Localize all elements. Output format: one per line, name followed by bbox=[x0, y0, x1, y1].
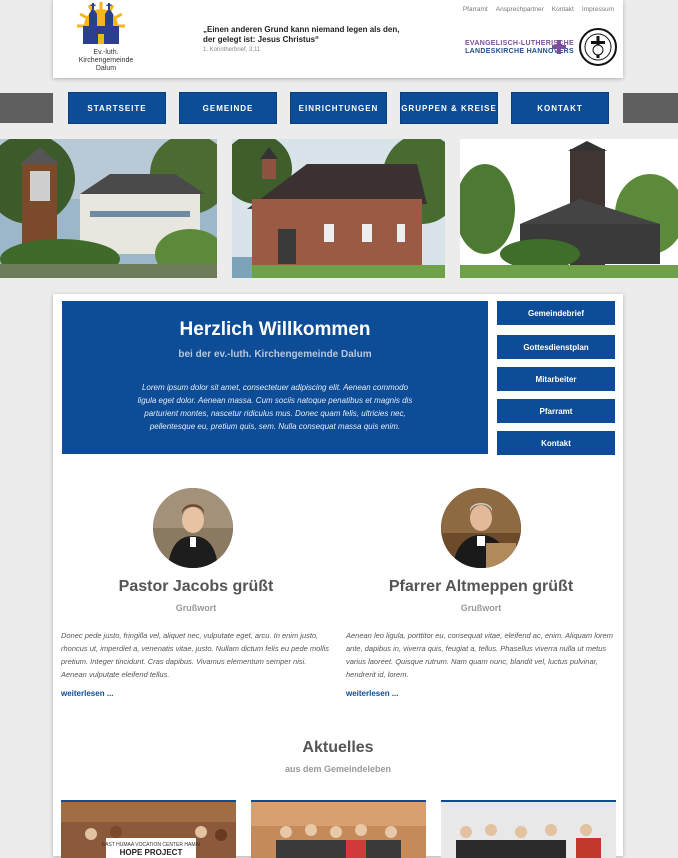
top-links: Pfarramt Ansprechpartner Kontakt Impress… bbox=[463, 6, 614, 13]
parish-logo[interactable]: Ev.-luth. Kirchengemeinde Dalum bbox=[61, 0, 141, 78]
top-link-ansprechpartner[interactable]: Ansprechpartner bbox=[496, 6, 544, 13]
landeskirche-cross-icon bbox=[552, 40, 566, 54]
header-quote: „Einen anderen Grund kann niemand legen … bbox=[203, 25, 400, 44]
welcome-subtitle: bei der ev.-luth. Kirchengemeinde Dalum bbox=[178, 349, 372, 360]
readmore-link-jacobs[interactable]: weiterlesen ... bbox=[61, 689, 113, 698]
church-seal-icon bbox=[579, 28, 617, 66]
nav-startseite[interactable]: STARTSEITE bbox=[69, 93, 165, 123]
side-button-kontakt[interactable]: Kontakt bbox=[497, 431, 615, 455]
news-subtitle: aus dem Gemeindeleben bbox=[284, 764, 392, 774]
sun-church-icon bbox=[77, 2, 125, 44]
greeting-text-jacobs: Donec pede justo, fringilla vel, aliquet… bbox=[61, 631, 330, 679]
side-button-gottesdienstplan[interactable]: Gottesdienstplan bbox=[497, 335, 615, 359]
nav-decoration-left bbox=[0, 93, 53, 123]
greeting-title-jacobs: Pastor Jacobs grüßt bbox=[118, 578, 274, 595]
news-title: Aktuelles bbox=[302, 739, 374, 756]
nav-decoration-right bbox=[623, 93, 678, 123]
side-button-pfarramt[interactable]: Pfarramt bbox=[497, 399, 615, 423]
top-link-pfarramt[interactable]: Pfarramt bbox=[463, 6, 488, 13]
greeting-subtitle-altmeppen: Grußwort bbox=[460, 603, 502, 613]
parish-logo-text: Ev.-luth. Kirchengemeinde Dalum bbox=[78, 49, 134, 72]
church-photo-3 bbox=[460, 139, 678, 278]
readmore-link-altmeppen[interactable]: weiterlesen ... bbox=[346, 689, 398, 698]
church-photo-1 bbox=[0, 139, 217, 278]
avatar-pfarrer-altmeppen[interactable] bbox=[441, 488, 521, 568]
nav-gemeinde[interactable]: GEMEINDE bbox=[180, 93, 276, 123]
church-photo-2 bbox=[232, 139, 445, 278]
welcome-title: Herzlich Willkommen bbox=[179, 319, 371, 340]
welcome-text: Lorem ipsum dolor sit amet, consectetuer… bbox=[137, 383, 413, 431]
side-button-mitarbeiter[interactable]: Mitarbeiter bbox=[497, 367, 615, 391]
nav-gruppen-kreise[interactable]: GRUPPEN & KREISE bbox=[401, 93, 497, 123]
header-quote-reference: 1. Korintherbrief, 3,11 bbox=[203, 47, 261, 53]
news-image-2[interactable] bbox=[251, 800, 426, 858]
greeting-title-altmeppen: Pfarrer Altmeppen grüßt bbox=[388, 578, 574, 595]
news-image-3[interactable] bbox=[441, 800, 616, 858]
greeting-subtitle-jacobs: Grußwort bbox=[175, 603, 217, 613]
avatar-pastor-jacobs[interactable] bbox=[153, 488, 233, 568]
news-image-1[interactable]: EAST HUMAA VOCATION CENTER HAMAI HOPE PR… bbox=[61, 800, 236, 858]
top-link-impressum[interactable]: Impressum bbox=[582, 6, 614, 13]
top-link-kontakt[interactable]: Kontakt bbox=[552, 6, 574, 13]
nav-einrichtungen[interactable]: EINRICHTUNGEN bbox=[291, 93, 386, 123]
welcome-box: Herzlich Willkommen bei der ev.-luth. Ki… bbox=[62, 301, 488, 454]
greeting-text-altmeppen: Aenean leo ligula, porttitor eu, consequ… bbox=[346, 631, 613, 679]
nav-kontakt[interactable]: KONTAKT bbox=[512, 93, 608, 123]
side-button-gemeindebrief[interactable]: Gemeindebrief bbox=[497, 301, 615, 325]
header-card: Ev.-luth. Kirchengemeinde Dalum „Einen a… bbox=[53, 0, 623, 78]
